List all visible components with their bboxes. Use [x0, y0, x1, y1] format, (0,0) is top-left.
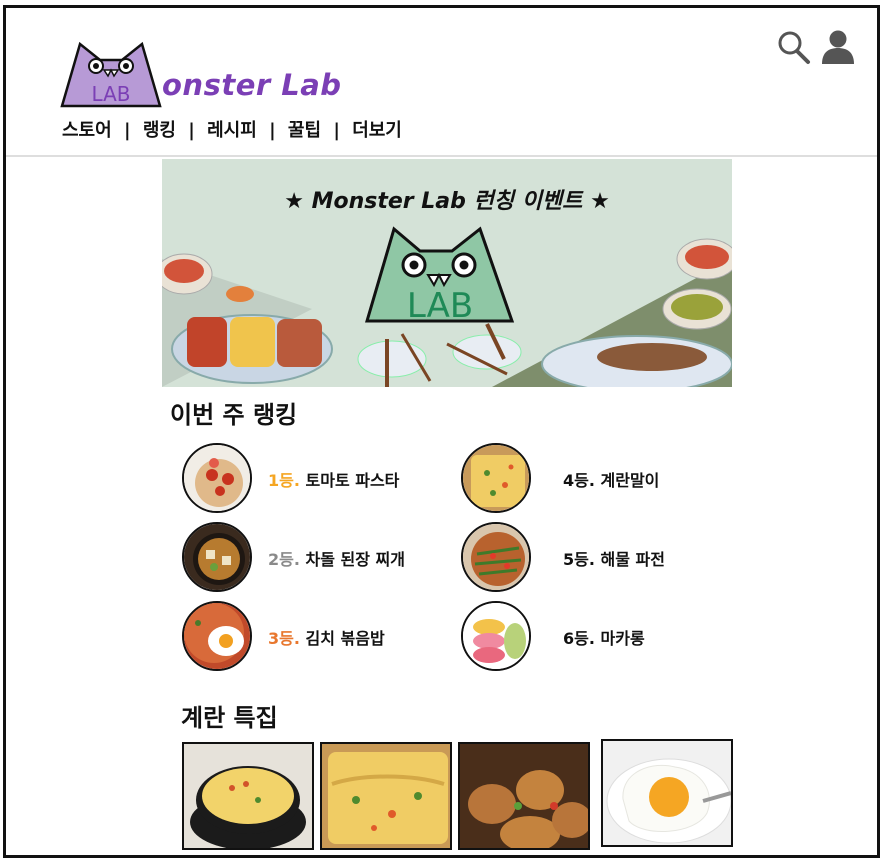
main-nav: 스토어 | 랭킹 | 레시피 | 꿀팁 | 더보기 [62, 116, 402, 142]
egg-roll-image [461, 443, 531, 513]
launch-event-banner[interactable]: LAB ★ Monster Lab 런칭 이벤트 ★ [162, 159, 732, 387]
nav-separator: | [123, 120, 131, 141]
egg-card-egg-roll[interactable] [320, 742, 452, 850]
header-divider [6, 155, 877, 157]
logo[interactable]: LAB onster Lab [58, 38, 348, 110]
search-icon [778, 31, 810, 64]
logo-text: onster Lab [162, 68, 342, 102]
rank-number: 2등. [268, 550, 300, 569]
logo-badge-text: LAB [91, 82, 130, 106]
kimchi-fried-rice-image [182, 601, 252, 671]
ranking-item-label: 6등. 마카롱 [563, 625, 645, 649]
rank-dish-name: 마카롱 [594, 629, 645, 648]
rank-dish-name: 차돌 된장 찌개 [299, 550, 405, 569]
banner-title: ★ Monster Lab 런칭 이벤트 ★ [284, 189, 610, 214]
nav-item-recipe[interactable]: 레시피 [207, 120, 257, 141]
rank-number: 6등. [563, 629, 595, 648]
ranking-item-label: 3등. 김치 볶음밥 [268, 625, 385, 649]
user-button[interactable] [820, 28, 856, 66]
ranking-title: 이번 주 랭킹 [170, 401, 298, 429]
egg-roll-image [322, 744, 450, 848]
ranking-item-5[interactable]: 5등. 해물 파전 [461, 522, 711, 594]
user-icon [822, 30, 854, 64]
ranking-item-6[interactable]: 6등. 마카롱 [461, 601, 711, 673]
rank-dish-name: 계란말이 [594, 471, 660, 490]
ranking-item-2[interactable]: 2등. 차돌 된장 찌개 [182, 522, 442, 594]
tomato-pasta-image [182, 443, 252, 513]
doenjang-stew-image [182, 522, 252, 592]
search-button[interactable] [776, 28, 812, 66]
rank-number: 3등. [268, 629, 300, 648]
egg-card-fried-egg[interactable] [601, 739, 733, 847]
rank-dish-name: 김치 볶음밥 [299, 629, 385, 648]
braised-egg-image [460, 744, 588, 848]
nav-item-tips[interactable]: 꿀팁 [288, 120, 321, 141]
ranking-item-label: 2등. 차돌 된장 찌개 [268, 546, 405, 570]
nav-separator: | [188, 120, 195, 141]
nav-separator: | [269, 120, 276, 141]
seafood-pancake-image [461, 522, 531, 592]
ranking-item-1[interactable]: 1등. 토마토 파스타 [182, 443, 442, 515]
macaron-image [461, 601, 531, 671]
app-frame: LAB onster Lab 스토어 | 랭킹 | 레시피 | 꿀팁 | 더보기 [3, 5, 880, 858]
nav-separator: | [333, 120, 340, 141]
ranking-item-label: 4등. 계란말이 [563, 467, 659, 491]
egg-card-braised-egg[interactable] [458, 742, 590, 850]
rank-dish-name: 토마토 파스타 [299, 471, 400, 490]
ranking-item-label: 5등. 해물 파전 [563, 546, 665, 570]
ranking-item-3[interactable]: 3등. 김치 볶음밥 [182, 601, 442, 673]
egg-card-steamed-egg[interactable] [182, 742, 314, 850]
fried-egg-image [603, 741, 731, 845]
ranking-item-label: 1등. 토마토 파스타 [268, 467, 399, 491]
rank-number: 1등. [268, 471, 300, 490]
egg-feature-title: 계란 특집 [181, 704, 278, 732]
rank-number: 4등. [563, 471, 595, 490]
rank-dish-name: 해물 파전 [594, 550, 665, 569]
nav-item-more[interactable]: 더보기 [352, 120, 402, 141]
banner-badge-text: LAB [407, 286, 473, 326]
nav-item-ranking[interactable]: 랭킹 [143, 120, 176, 141]
logo-monster-icon: LAB [60, 41, 162, 108]
rank-number: 5등. [563, 550, 595, 569]
nav-item-store[interactable]: 스토어 [62, 120, 112, 141]
steamed-egg-image [184, 744, 312, 848]
ranking-item-4[interactable]: 4등. 계란말이 [461, 443, 711, 515]
